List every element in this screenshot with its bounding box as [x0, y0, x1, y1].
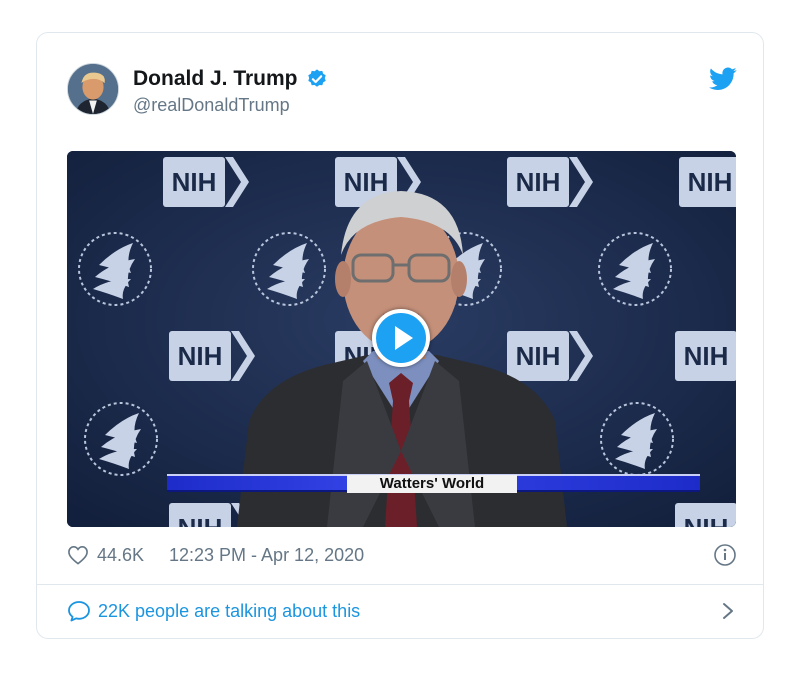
speech-bubble-icon [68, 601, 90, 622]
play-icon [395, 326, 413, 350]
divider [37, 584, 763, 585]
video-player[interactable]: NIH [67, 151, 736, 527]
tweet-timestamp[interactable]: 12:23 PM - Apr 12, 2020 [169, 545, 364, 566]
conversation-text[interactable]: 22K people are talking about this [98, 601, 360, 622]
conversation-link[interactable]: 22K people are talking about this [67, 597, 737, 625]
like-count[interactable]: 44.6K [97, 545, 144, 566]
heart-icon[interactable] [67, 545, 89, 565]
lower-third-label: Watters' World [347, 475, 517, 493]
display-name[interactable]: Donald J. Trump [133, 67, 298, 91]
info-icon[interactable] [713, 543, 737, 567]
play-button[interactable] [372, 309, 430, 367]
tweet-meta: 44.6K 12:23 PM - Apr 12, 2020 [67, 541, 737, 569]
verified-badge-icon [308, 69, 326, 87]
chevron-right-icon[interactable] [721, 601, 735, 621]
twitter-bird-icon[interactable] [709, 67, 737, 91]
lower-third-banner: Watters' World [167, 474, 700, 493]
user-handle[interactable]: @realDonaldTrump [133, 95, 328, 116]
author-names: Donald J. Trump @realDonaldTrump [133, 67, 328, 116]
tweet-embed-card: Donald J. Trump @realDonaldTrump NIH [36, 32, 764, 639]
avatar[interactable] [67, 63, 119, 115]
avatar-portrait-icon [68, 64, 118, 114]
tweet-header: Donald J. Trump @realDonaldTrump [67, 63, 737, 119]
